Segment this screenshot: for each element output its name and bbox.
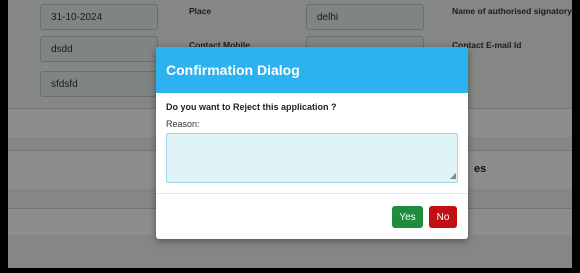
reason-label: Reason: [166,119,200,129]
dialog-footer: Yes No [156,193,468,239]
no-button[interactable]: No [429,206,457,228]
yes-button[interactable]: Yes [392,206,423,228]
confirmation-dialog: Confirmation Dialog Do you want to Rejec… [156,47,468,239]
confirmation-question: Do you want to Reject this application ? [166,102,337,112]
reason-textarea[interactable] [166,133,458,183]
resize-grip-icon[interactable]: ◢ [450,171,456,180]
dialog-body: Do you want to Reject this application ?… [156,93,468,183]
dialog-title: Confirmation Dialog [156,47,468,93]
